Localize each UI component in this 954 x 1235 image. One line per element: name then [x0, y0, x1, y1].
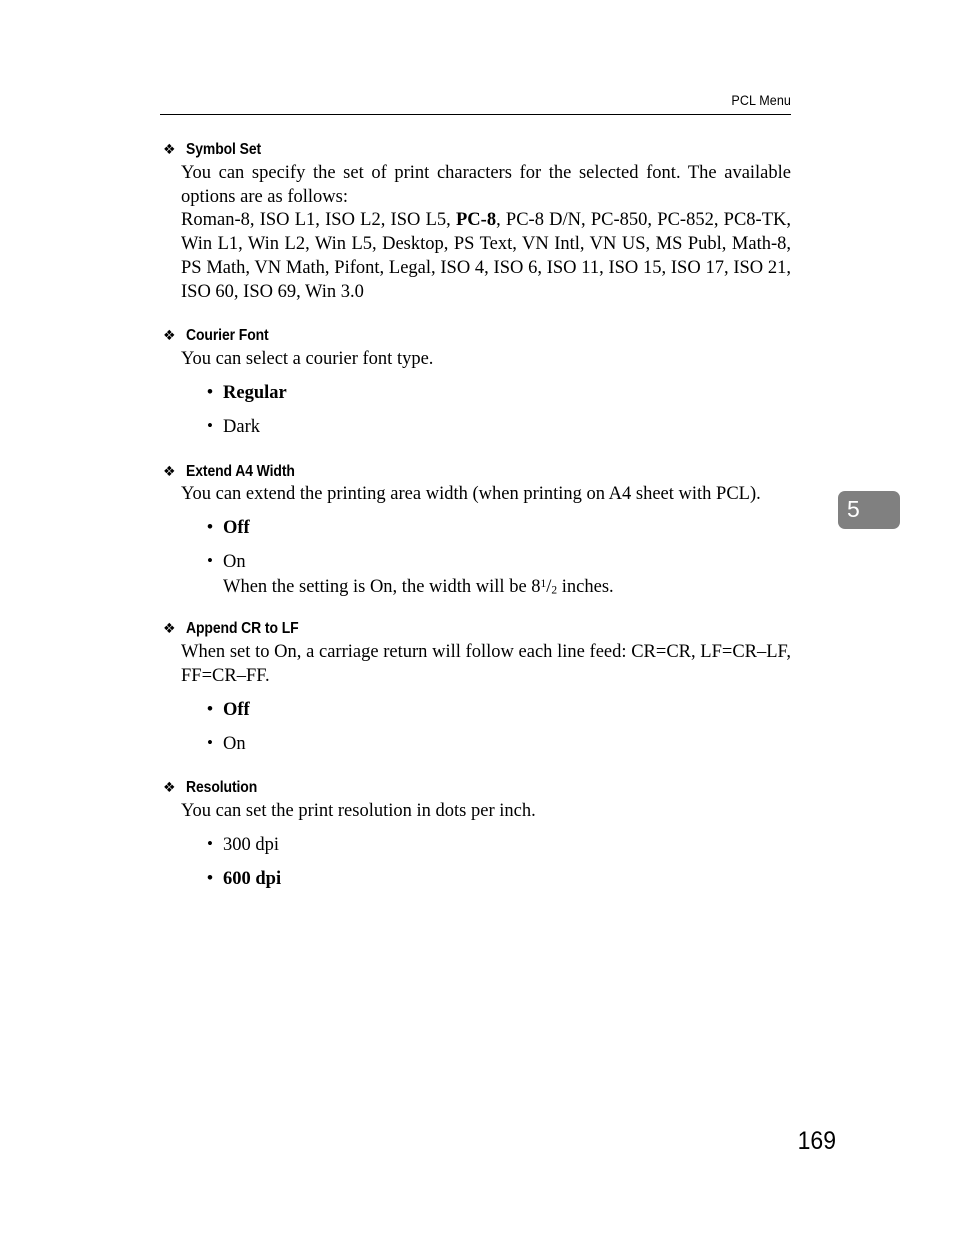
option-note-after: inches. [557, 576, 614, 597]
section-paragraph: You can extend the printing area width (… [181, 484, 761, 505]
page-number: 169 [797, 1127, 836, 1155]
section-courier-font: ❖ Courier Font You can select a courier … [163, 327, 791, 439]
section-paragraph: You can specify the set of print charact… [181, 162, 791, 207]
document-page: PCL Menu 5 ❖ Symbol Set You can specify … [0, 0, 954, 1235]
section-paragraph: You can set the print resolution in dots… [181, 801, 536, 822]
option-item: On [181, 732, 791, 757]
section-heading: ❖ Append CR to LF [163, 620, 791, 638]
option-list: Regular Dark [181, 381, 791, 440]
section-resolution: ❖ Resolution You can set the print resol… [163, 779, 791, 891]
section-extend-a4-width: ❖ Extend A4 Width You can extend the pri… [163, 463, 791, 600]
section-title: Extend A4 Width [186, 462, 295, 480]
diamond-bullet-icon: ❖ [163, 328, 176, 345]
option-item: Off [181, 698, 791, 723]
option-label: On [223, 551, 246, 572]
chapter-tab: 5 [838, 491, 900, 529]
section-title: Courier Font [186, 327, 269, 345]
section-title: Symbol Set [186, 141, 262, 158]
option-note: When the setting is On, the width will b… [223, 576, 791, 600]
option-list: Off On [181, 698, 791, 757]
option-item: Dark [181, 415, 791, 440]
symbol-list-before: Roman-8, ISO L1, ISO L2, ISO L5, [181, 210, 456, 231]
section-append-cr-to-lf: ❖ Append CR to LF When set to On, a carr… [163, 620, 791, 756]
section-title: Resolution [186, 779, 258, 797]
diamond-bullet-icon: ❖ [163, 621, 176, 638]
symbol-set-option-list: Roman-8, ISO L1, ISO L2, ISO L5, PC-8, P… [181, 209, 791, 304]
option-item: 600 dpi [181, 867, 791, 892]
option-item: Regular [181, 381, 791, 406]
diamond-bullet-icon: ❖ [163, 142, 176, 158]
option-item: 300 dpi [181, 833, 791, 858]
diamond-bullet-icon: ❖ [163, 780, 176, 797]
option-note-before: When the setting is On, the width will b… [223, 576, 541, 597]
section-title: Append CR to LF [186, 620, 299, 638]
section-symbol-set: ❖ Symbol Set You can specify the set of … [163, 141, 791, 304]
section-paragraph: When set to On, a carriage return will f… [181, 642, 791, 686]
option-list: 300 dpi 600 dpi [181, 833, 791, 892]
option-item: Off [181, 516, 791, 541]
section-heading: ❖ Resolution [163, 779, 791, 797]
page-header: PCL Menu [160, 94, 791, 115]
section-heading: ❖ Extend A4 Width [163, 463, 791, 481]
header-title: PCL Menu [731, 93, 791, 108]
option-list: Off On When the setting is On, the width… [181, 516, 791, 600]
section-heading: ❖ Courier Font [163, 327, 791, 345]
symbol-list-default: PC-8 [456, 210, 497, 231]
header-divider [160, 113, 791, 115]
diamond-bullet-icon: ❖ [163, 463, 176, 480]
section-heading: ❖ Symbol Set [163, 141, 791, 159]
option-item: On When the setting is On, the width wil… [181, 550, 791, 600]
section-paragraph: You can select a courier font type. [181, 349, 434, 370]
chapter-number: 5 [847, 496, 860, 523]
page-content: ❖ Symbol Set You can specify the set of … [163, 141, 791, 891]
